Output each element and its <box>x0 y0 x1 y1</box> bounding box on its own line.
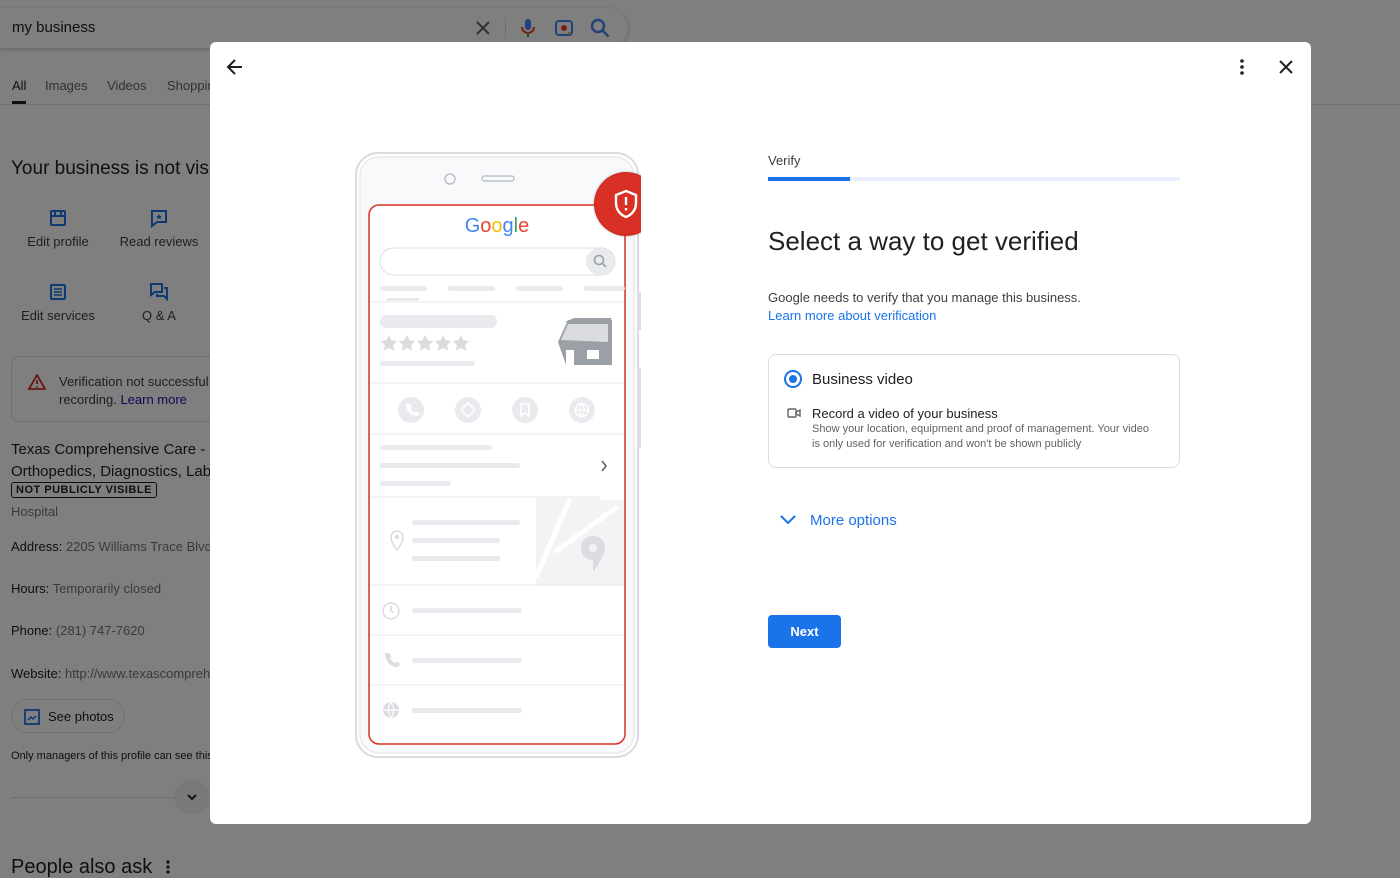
back-button[interactable] <box>215 47 255 87</box>
description-text: Google needs to verify that you manage t… <box>768 290 1081 305</box>
verification-dialog: Google Verify Select a way to get verifi… <box>210 42 1311 824</box>
business-video-option[interactable]: Business video Record a video of your bu… <box>768 354 1180 468</box>
more-options-menu-button[interactable] <box>1222 47 1262 87</box>
next-button[interactable]: Next <box>768 615 841 648</box>
verification-progress-bar <box>768 177 1180 181</box>
arrow-back-icon <box>226 59 242 75</box>
phone-illustration: Google <box>355 152 641 758</box>
option-subtitle: Record a video of your business <box>812 406 998 421</box>
option-detail: Show your location, equipment and proof … <box>812 423 1149 450</box>
close-icon <box>1279 60 1293 74</box>
more-options-toggle[interactable]: More options <box>780 508 897 532</box>
learn-more-verification-link[interactable]: Learn more about verification <box>768 307 1081 325</box>
business-video-radio[interactable] <box>784 370 802 388</box>
step-label: Verify <box>768 153 801 168</box>
verification-description: Google needs to verify that you manage t… <box>768 289 1081 325</box>
close-button[interactable] <box>1266 47 1306 87</box>
option-title: Business video <box>812 371 913 388</box>
more-vert-icon <box>1240 59 1244 75</box>
chevron-down-icon <box>780 515 796 525</box>
more-options-label: More options <box>810 511 897 529</box>
progress-fill <box>768 177 851 181</box>
videocam-icon <box>787 408 801 418</box>
page-title: Select a way to get verified <box>768 226 1079 256</box>
google-logo: Google <box>465 215 530 237</box>
